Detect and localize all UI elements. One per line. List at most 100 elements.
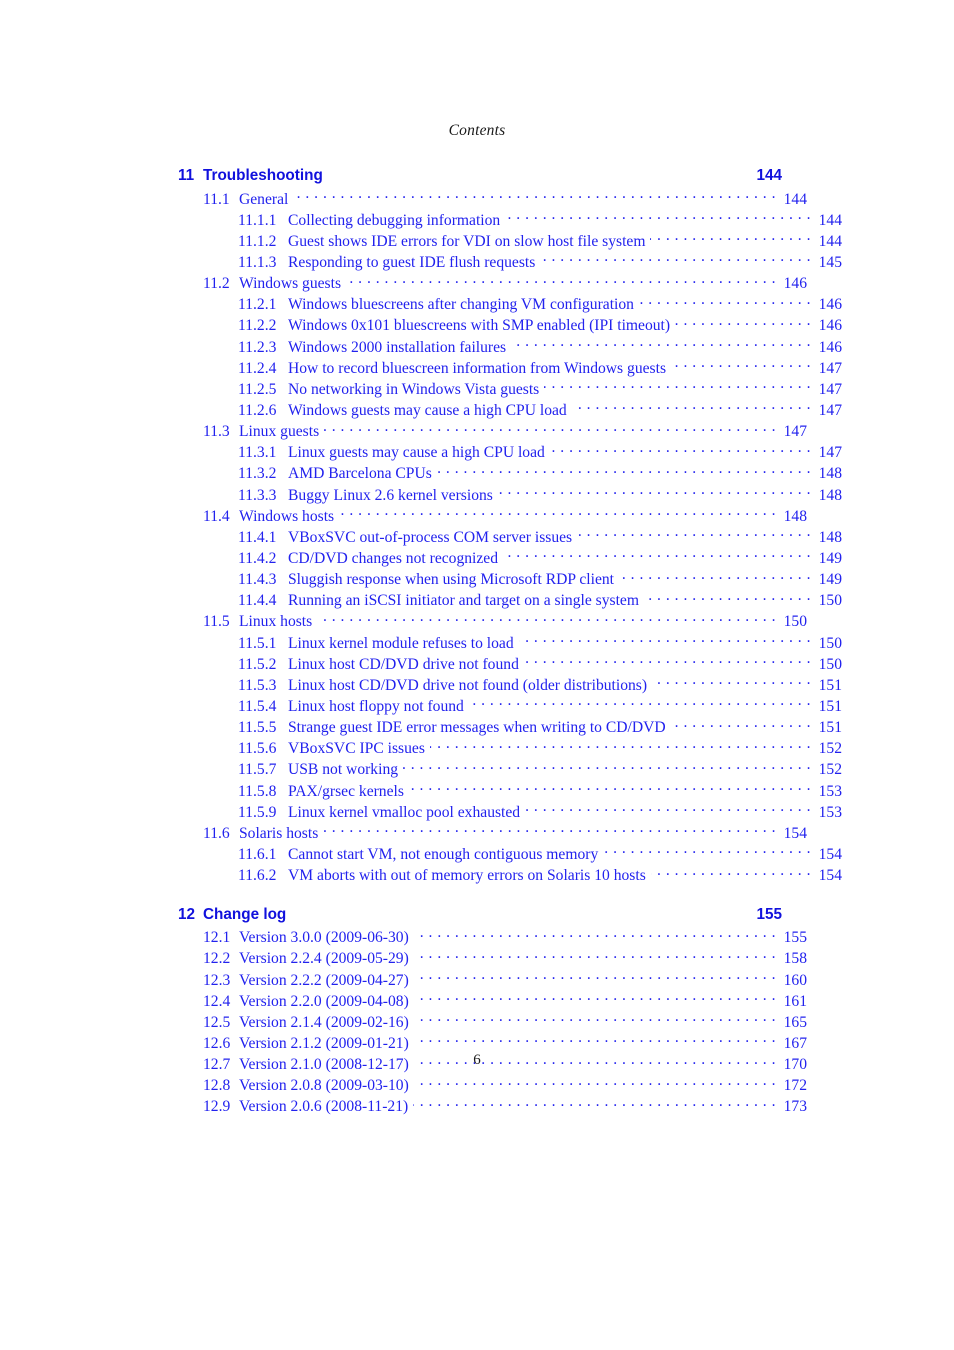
toc-dot-leader	[409, 780, 811, 796]
toc-entry-label: Version 3.0.0 (2009-06-30)	[239, 929, 409, 947]
toc-entry-label: Running an iSCSI initiator and target on…	[288, 592, 639, 610]
toc-entry-section[interactable]: 12.8 Version 2.0.8 (2009-03-10) 172	[178, 1075, 807, 1096]
toc-entry-subsection[interactable]: 11.5.9 Linux kernel vmalloc pool exhauste…	[178, 801, 842, 822]
toc-entry-page-number: 147	[818, 380, 842, 398]
toc-dot-leader	[414, 1032, 776, 1048]
toc-dot-leader	[603, 843, 811, 859]
toc-entry-section[interactable]: 11.6 Solaris hosts 154	[178, 822, 807, 843]
toc-entry-section[interactable]: 11.5 Linux hosts 150	[178, 611, 807, 632]
toc-entry-subsection[interactable]: 11.6.1 Cannot start VM, not enough contig…	[178, 843, 842, 864]
toc-entry-page-number: 150	[818, 634, 842, 652]
toc-entry-label: Version 2.1.2 (2009-01-21)	[239, 1034, 409, 1052]
toc-entry-subsection[interactable]: 11.1.2 Guest shows IDE errors for VDI on …	[178, 230, 842, 251]
toc-entry-number: 11.5.2	[238, 655, 277, 673]
toc-entry-subsection[interactable]: 11.3.1 Linux guests may cause a high CPU …	[178, 442, 842, 463]
toc-entry-subsection[interactable]: 11.5.3 Linux host CD/DVD drive not found …	[178, 674, 842, 695]
toc-entry-subsection[interactable]: 11.4.2 CD/DVD changes not recognized 149	[178, 547, 842, 568]
toc-entry-section[interactable]: 12.3 Version 2.2.2 (2009-04-27) 160	[178, 969, 807, 990]
toc-entry-label: Troubleshooting	[203, 167, 323, 184]
toc-entry-number: 11.6	[203, 824, 230, 842]
toc-entry-label: Version 2.2.0 (2009-04-08)	[239, 992, 409, 1010]
toc-entry-subsection[interactable]: 11.2.3 Windows 2000 installation failures…	[178, 336, 842, 357]
toc-entry-page-number: 152	[818, 761, 842, 779]
toc-dot-leader	[346, 273, 776, 289]
toc-entry-label: VM aborts with out of memory errors on S…	[288, 867, 646, 885]
toc-entry-number: 11.3.1	[238, 444, 277, 462]
toc-dot-leader	[519, 632, 811, 648]
toc-entry-label: Version 2.1.4 (2009-02-16)	[239, 1013, 409, 1031]
toc-entry-subsection[interactable]: 11.4.4 Running an iSCSI initiator and tar…	[178, 590, 842, 611]
toc-entry-section[interactable]: 12.6 Version 2.1.2 (2009-01-21) 167	[178, 1032, 807, 1053]
toc-entry-section[interactable]: 11.4 Windows hosts 148	[178, 505, 807, 526]
toc-entry-page-number: 158	[783, 950, 807, 968]
toc-entry-subsection[interactable]: 11.4.1 VBoxSVC out-of-process COM server …	[178, 526, 842, 547]
toc-entry-page-number: 152	[818, 740, 842, 758]
toc-entry-page-number: 151	[818, 676, 842, 694]
toc-entry-subsection[interactable]: 11.1.1 Collecting debugging information 14…	[178, 209, 842, 230]
toc-entry-page-number: 153	[818, 782, 842, 800]
toc-dot-leader	[505, 209, 811, 225]
toc-entry-label: USB not working	[288, 761, 399, 779]
toc-entry-number: 11.2.3	[238, 338, 277, 356]
toc-entry-label: Linux host CD/DVD drive not found (older…	[288, 676, 648, 694]
toc-entry-chapter[interactable]: 12 Change log 155	[178, 903, 782, 927]
toc-entry-page-number: 145	[818, 254, 842, 272]
toc-entry-page-number: 146	[783, 275, 807, 293]
toc-entry-page-number: 147	[818, 359, 842, 377]
toc-entry-number: 11.5.4	[238, 697, 277, 715]
toc-entry-page-number: 144	[783, 190, 807, 208]
toc-entry-page-number: 154	[783, 824, 807, 842]
toc-entry-number: 11.6.2	[238, 867, 277, 885]
toc-entry-subsection[interactable]: 11.1.3 Responding to guest IDE flush requ…	[178, 251, 842, 272]
toc-entry-number: 11.5.3	[238, 676, 277, 694]
toc-entry-label: Windows guests	[239, 275, 342, 293]
toc-entry-subsection[interactable]: 11.6.2 VM aborts with out of memory error…	[178, 865, 842, 886]
toc-entry-number: 11.2.5	[238, 380, 277, 398]
toc-entry-section[interactable]: 12.9 Version 2.0.6 (2008-11-21) 173	[178, 1096, 807, 1117]
toc-entry-subsection[interactable]: 11.5.5 Strange guest IDE error messages w…	[178, 717, 842, 738]
toc-entry-subsection[interactable]: 11.2.6 Windows guests may cause a high CP…	[178, 399, 842, 420]
toc-entry-subsection[interactable]: 11.5.8 PAX/grsec kernels 153	[178, 780, 842, 801]
toc-entry-section[interactable]: 11.2 Windows guests 146	[178, 273, 807, 294]
toc-entry-subsection[interactable]: 11.2.2 Windows 0x101 bluescreens with SMP…	[178, 315, 842, 336]
toc-entry-chapter[interactable]: 11 Troubleshooting 144	[178, 164, 782, 188]
toc-entry-number: 12.1	[203, 929, 231, 947]
toc-entry-subsection[interactable]: 11.3.2 AMD Barcelona CPUs 148	[178, 463, 842, 484]
toc-entry-subsection[interactable]: 11.3.3 Buggy Linux 2.6 kernel versions 148	[178, 484, 842, 505]
toc-dot-leader	[577, 526, 811, 542]
toc-entry-label: Buggy Linux 2.6 kernel versions	[288, 486, 493, 504]
toc-entry-subsection[interactable]: 11.2.1 Windows bluescreens after changing…	[178, 294, 842, 315]
toc-entry-section[interactable]: 11.1 General 144	[178, 188, 807, 209]
toc-entry-section[interactable]: 12.1 Version 3.0.0 (2009-06-30) 155	[178, 927, 807, 948]
document-page: Contents 11 Troubleshooting 144 11.1 General…	[0, 0, 954, 1350]
toc-entry-section[interactable]: 12.4 Version 2.2.0 (2009-04-08) 161	[178, 990, 807, 1011]
toc-entry-label: Strange guest IDE error messages when wr…	[288, 719, 666, 737]
toc-entry-subsection[interactable]: 11.5.4 Linux host floppy not found 151	[178, 695, 842, 716]
toc-entry-number: 11.4.2	[238, 549, 277, 567]
toc-entry-label: Change log	[203, 905, 287, 923]
toc-entry-label: Windows 0x101 bluescreens with SMP enabl…	[288, 317, 671, 335]
toc-entry-label: Linux kernel module refuses to load	[288, 634, 514, 652]
toc-entry-page-number: 167	[783, 1034, 807, 1052]
toc-entry-subsection[interactable]: 11.5.1 Linux kernel module refuses to loa…	[178, 632, 842, 653]
toc-entry-number: 11.5.6	[238, 740, 277, 758]
toc-entry-label: Version 2.0.8 (2009-03-10)	[239, 1077, 409, 1095]
toc-dot-leader	[328, 165, 751, 180]
toc-dot-leader	[619, 569, 811, 585]
toc-entry-subsection[interactable]: 11.2.4 How to record bluescreen informati…	[178, 357, 842, 378]
toc-entry-number: 11.2.2	[238, 317, 277, 335]
toc-entry-page-number: 155	[783, 929, 807, 947]
toc-entry-section[interactable]: 12.2 Version 2.2.4 (2009-05-29) 158	[178, 948, 807, 969]
toc-dot-leader	[413, 1096, 776, 1112]
toc-entry-page-number: 149	[818, 549, 842, 567]
toc-entry-label: Guest shows IDE errors for VDI on slow h…	[288, 232, 646, 250]
toc-entry-section[interactable]: 11.3 Linux guests 147	[178, 421, 807, 442]
toc-entry-page-number: 160	[783, 971, 807, 989]
toc-entry-subsection[interactable]: 11.5.2 Linux host CD/DVD drive not found 1…	[178, 653, 842, 674]
toc-entry-subsection[interactable]: 11.5.7 USB not working 152	[178, 759, 842, 780]
toc-entry-subsection[interactable]: 11.4.3 Sluggish response when using Micro…	[178, 569, 842, 590]
toc-entry-subsection[interactable]: 11.5.6 VBoxSVC IPC issues 152	[178, 738, 842, 759]
toc-entry-subsection[interactable]: 11.2.5 No networking in Windows Vista gue…	[178, 378, 842, 399]
toc-entry-number: 11.1.1	[238, 211, 277, 229]
toc-entry-section[interactable]: 12.5 Version 2.1.4 (2009-02-16) 165	[178, 1011, 807, 1032]
